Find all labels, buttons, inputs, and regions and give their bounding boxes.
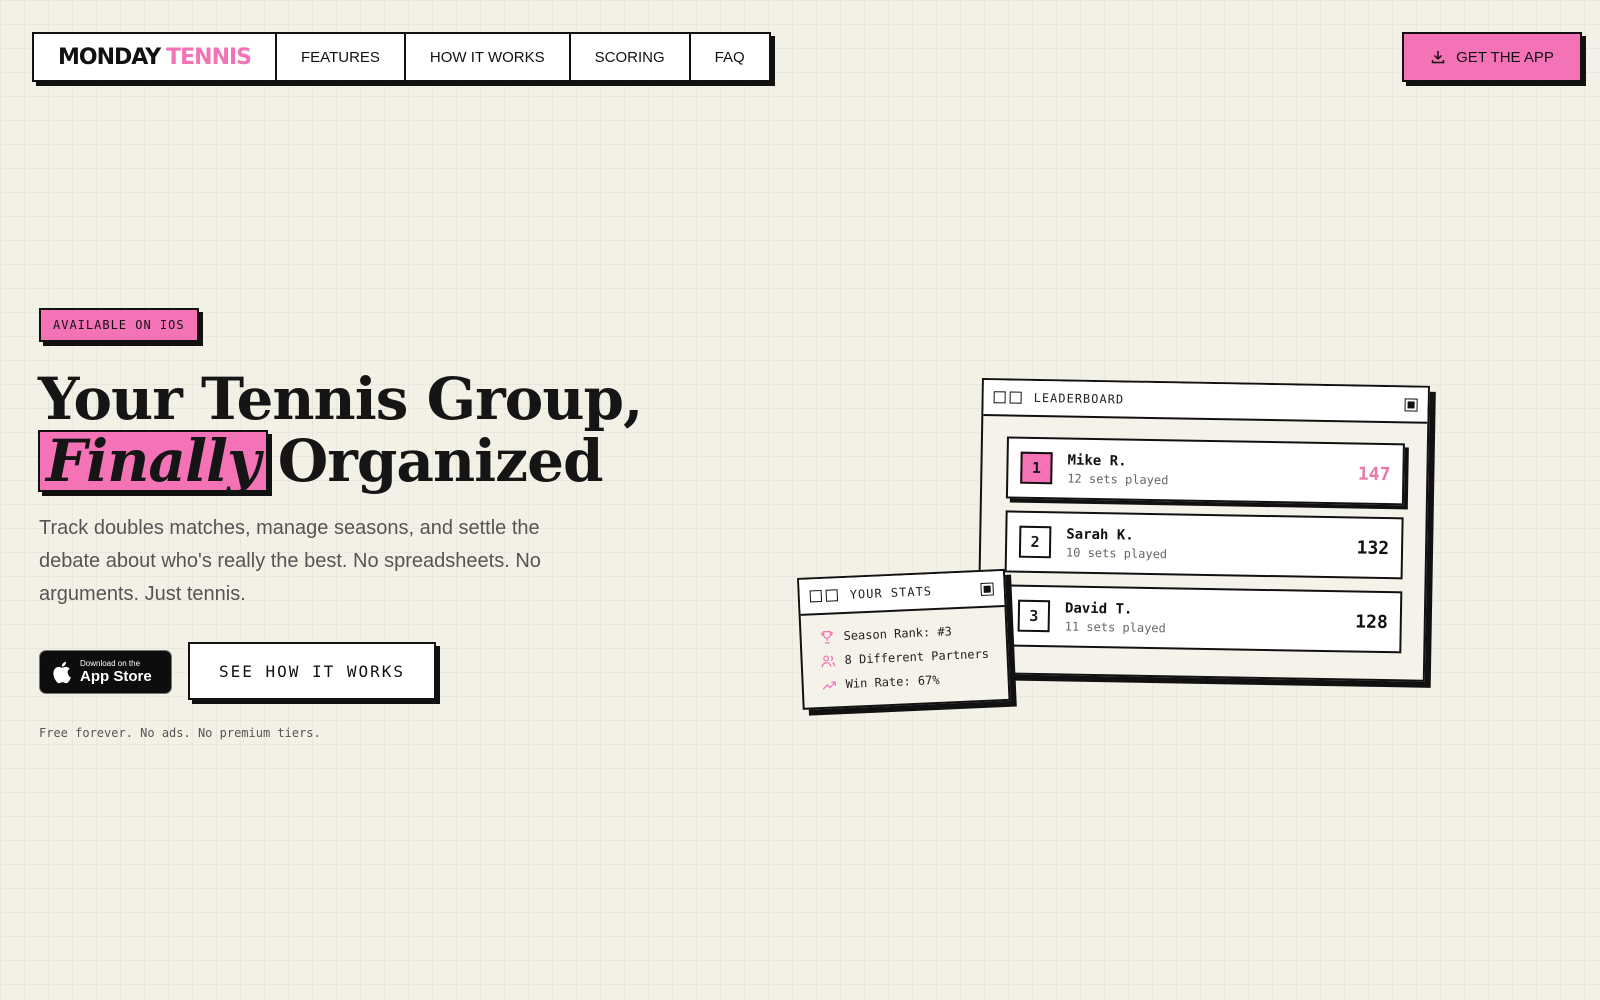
stats-title: YOUR STATS: [849, 584, 933, 602]
window-square-icon: [1009, 391, 1022, 404]
player-name: David T.: [1064, 599, 1133, 618]
logo-word-monday: MONDAY: [58, 44, 161, 70]
fineprint: Free forever. No ads. No premium tiers.: [39, 726, 321, 740]
get-the-app-button[interactable]: GET THE APP: [1402, 32, 1582, 82]
leaderboard-row[interactable]: 3 David T. 11 sets played 128: [1003, 584, 1403, 654]
stat-season-rank: Season Rank: #3: [843, 624, 953, 644]
trophy-icon: [821, 630, 833, 644]
window-close-icon[interactable]: [980, 581, 994, 596]
leaderboard-window: LEADERBOARD 1 Mike R. 12 sets played 147…: [976, 378, 1430, 682]
stat-partners: 8 Different Partners: [844, 646, 990, 667]
nav-how-it-works[interactable]: HOW IT WORKS: [406, 34, 571, 80]
logo[interactable]: MONDAY TENNIS: [34, 34, 278, 80]
leaderboard-title: LEADERBOARD: [1033, 390, 1125, 407]
available-badge: AVAILABLE ON IOS: [39, 308, 199, 342]
nav-features[interactable]: FEATURES: [277, 34, 406, 80]
player-info: David T. 11 sets played: [1065, 600, 1167, 635]
hero-headline: Your Tennis Group, Finally Organized: [38, 365, 643, 495]
stat-win-rate: Win Rate: 67%: [845, 672, 940, 691]
window-square-icon: [993, 391, 1006, 404]
player-info: Mike R. 12 sets played: [1067, 452, 1169, 487]
apple-icon: [53, 661, 71, 684]
leaderboard-titlebar: LEADERBOARD: [983, 380, 1428, 424]
player-score: 132: [1356, 537, 1390, 559]
nav-faq[interactable]: FAQ: [691, 34, 769, 80]
download-icon: [1431, 51, 1445, 64]
app-store-text: Download on the App Store: [80, 659, 152, 686]
leaderboard-row[interactable]: 2 Sarah K. 10 sets played 132: [1004, 510, 1404, 580]
logo-word-tennis: TENNIS: [166, 44, 252, 70]
users-icon: [821, 655, 836, 667]
player-name: Mike R.: [1067, 452, 1127, 470]
player-info: Sarah K. 10 sets played: [1066, 526, 1168, 561]
top-nav: MONDAY TENNIS FEATURES HOW IT WORKS SCOR…: [32, 32, 771, 82]
see-how-it-works-button[interactable]: SEE HOW IT WORKS: [188, 642, 436, 700]
rank-badge: 2: [1018, 525, 1052, 559]
headline-highlight: Finally: [38, 430, 268, 492]
player-name: Sarah K.: [1066, 525, 1134, 544]
sets-played: 12 sets played: [1067, 471, 1169, 487]
rank-badge: 3: [1017, 599, 1051, 633]
app-store-big-text: App Store: [80, 667, 152, 685]
window-square-icon: [825, 589, 839, 602]
hero-subtext: Track doubles matches, manage seasons, a…: [39, 517, 541, 605]
sets-played: 10 sets played: [1065, 544, 1168, 561]
window-close-icon[interactable]: [1404, 397, 1418, 412]
rank-badge: 1: [1020, 451, 1053, 485]
app-store-small-text: Download on the: [80, 658, 141, 668]
window-square-icon: [809, 589, 823, 603]
stats-list: Season Rank: #3 8 Different Partners Win…: [801, 607, 1008, 698]
app-store-button[interactable]: Download on the App Store: [39, 650, 172, 694]
player-score: 147: [1357, 463, 1391, 485]
headline-rest: Organized: [277, 427, 604, 495]
get-the-app-label: GET THE APP: [1456, 48, 1554, 66]
headline-line-1: Your Tennis Group,: [38, 365, 643, 433]
your-stats-window: YOUR STATS Season Rank: #3 8 Different P…: [797, 568, 1011, 710]
sets-played: 11 sets played: [1064, 618, 1166, 635]
nav-scoring[interactable]: SCORING: [571, 34, 691, 80]
leaderboard-row[interactable]: 1 Mike R. 12 sets played 147: [1005, 436, 1405, 506]
trending-up-icon: [822, 680, 836, 690]
player-score: 128: [1355, 611, 1388, 633]
